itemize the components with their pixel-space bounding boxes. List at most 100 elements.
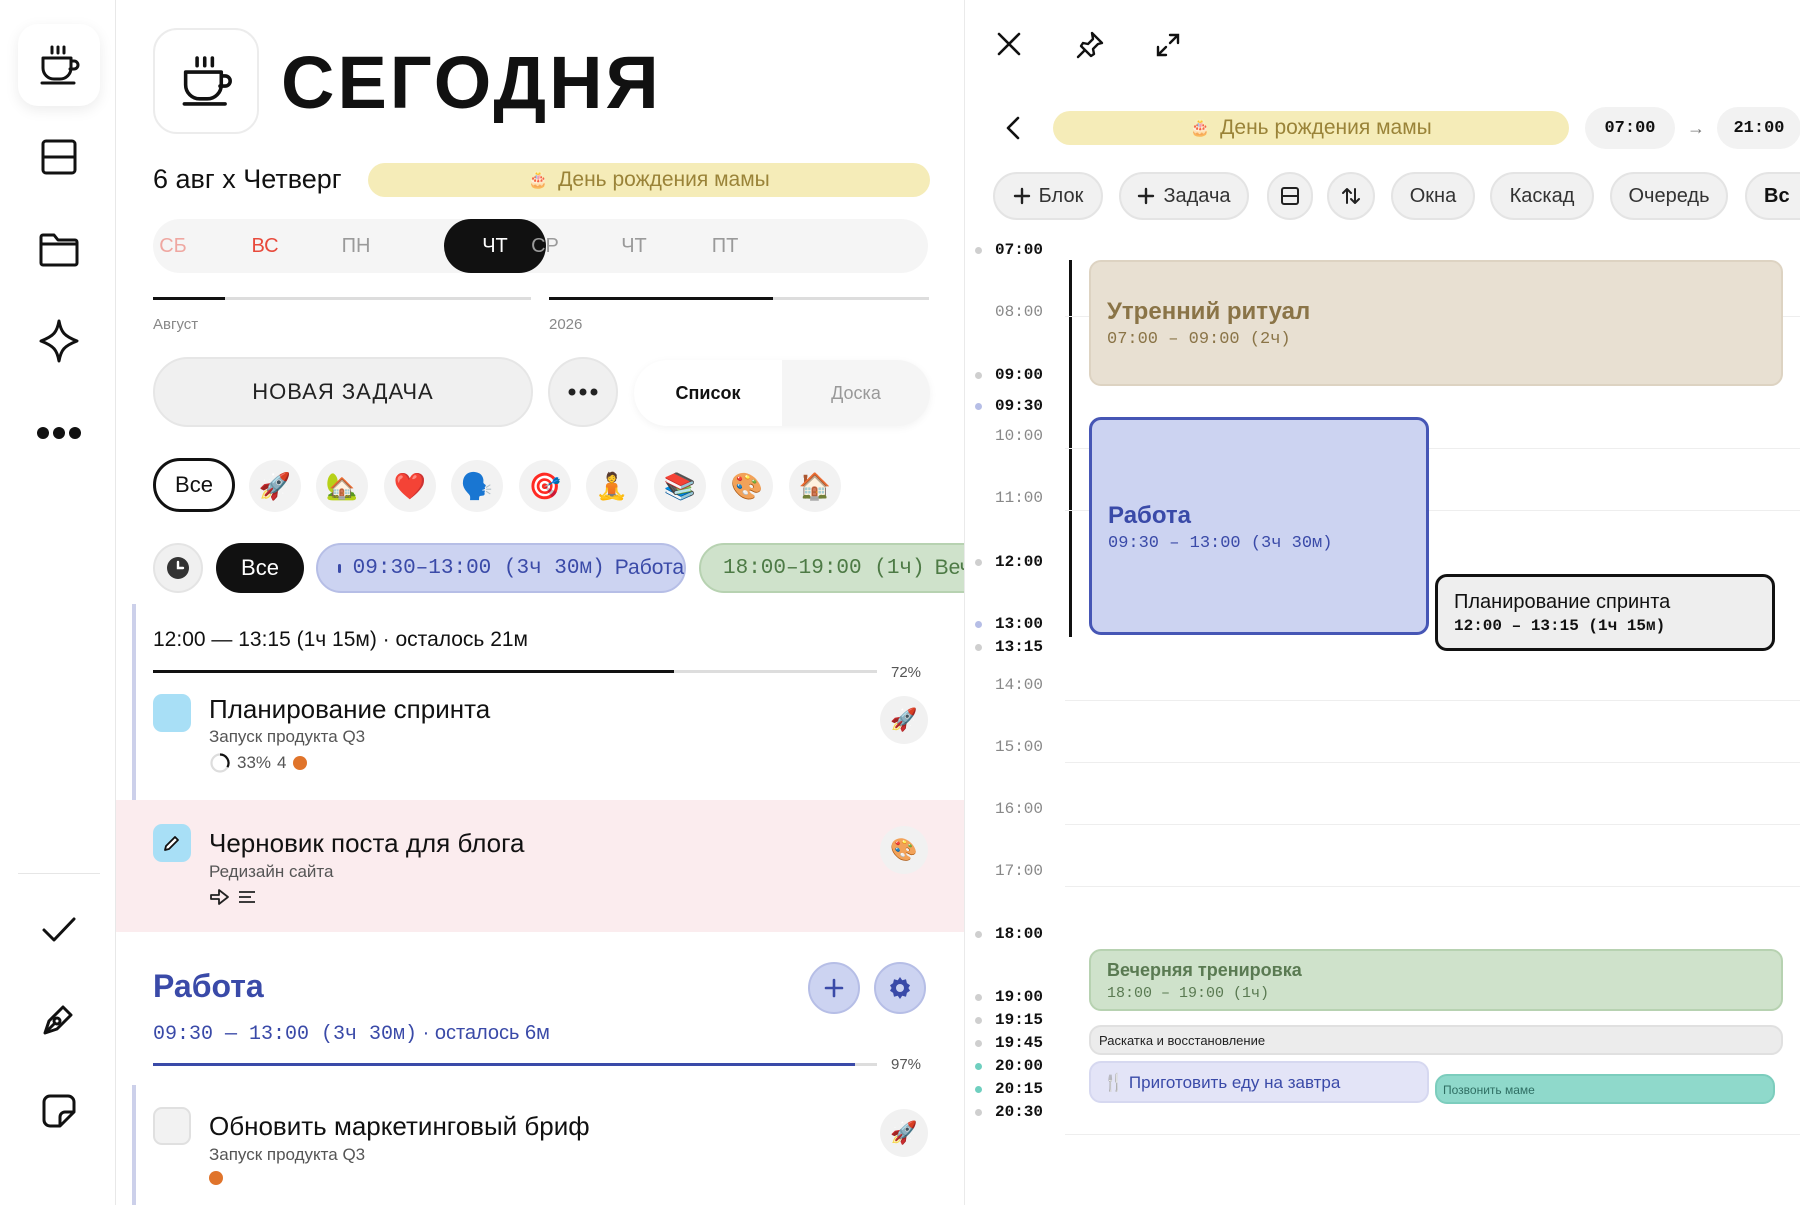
- coffee-icon: [182, 56, 232, 106]
- block-title: Позвонить маме: [1443, 1083, 1535, 1097]
- day-sat[interactable]: СБ: [133, 219, 213, 273]
- category-love-chip[interactable]: ❤️: [384, 460, 436, 512]
- grid-line: [1065, 886, 1800, 887]
- sort-button[interactable]: [1327, 172, 1375, 220]
- task-title: Обновить маркетинговый бриф: [209, 1111, 590, 1141]
- close-button[interactable]: [995, 30, 1023, 58]
- block-title: 🍴 Приготовить еду на завтра: [1103, 1073, 1340, 1093]
- more-views-button[interactable]: Вс: [1745, 172, 1800, 220]
- add-block-button[interactable]: Блок: [993, 172, 1103, 220]
- category-launch-chip[interactable]: 🚀: [249, 460, 301, 512]
- event-pill[interactable]: 🎂 День рождения мамы: [368, 163, 930, 197]
- add-to-section-button[interactable]: [808, 962, 860, 1014]
- sidebar-item-more[interactable]: [18, 392, 100, 474]
- task-row[interactable]: Черновик поста для блога Редизайн сайта …: [116, 824, 964, 924]
- view-board-tab[interactable]: Доска: [782, 360, 930, 426]
- expand-icon: [1156, 33, 1180, 57]
- hour-label: 14:00: [994, 676, 1043, 694]
- hour-label: 19:45: [994, 1034, 1043, 1052]
- time-all-chip[interactable]: Все: [216, 543, 304, 593]
- category-all-chip[interactable]: Все: [153, 458, 235, 512]
- task-category-icon: 🚀: [880, 696, 928, 744]
- more-icon: [568, 388, 598, 396]
- sort-icon: [1342, 188, 1360, 204]
- sidebar-item-projects[interactable]: [18, 208, 100, 290]
- start-time-field[interactable]: 07:00: [1585, 107, 1675, 149]
- hour-label: 20:00: [994, 1057, 1043, 1075]
- time-evening-range: 18:00–19:00 (1ч): [723, 556, 925, 580]
- task-row[interactable]: Обновить маркетинговый бриф Запуск проду…: [116, 1107, 964, 1205]
- expand-button[interactable]: [1155, 32, 1181, 58]
- task-count: 4: [277, 753, 287, 772]
- category-talk-chip[interactable]: 🗣️: [451, 460, 503, 512]
- block-work[interactable]: Работа 09:30 – 13:00 (3ч 30м): [1089, 417, 1429, 635]
- day-sun[interactable]: ВС: [225, 219, 305, 273]
- timeline: 07:00 08:00 09:00 09:30 10:00 11:00 12:0…: [965, 230, 1800, 1205]
- day-thu[interactable]: ЧТ: [594, 219, 674, 273]
- category-house-chip[interactable]: 🏠: [789, 460, 841, 512]
- task-checkbox[interactable]: [153, 694, 191, 732]
- block-title: Утренний ритуал: [1107, 298, 1311, 325]
- plus-icon: [1138, 187, 1155, 205]
- task-row[interactable]: Планирование спринта Запуск продукта Q3 …: [116, 690, 964, 790]
- event-pill[interactable]: 🎂 День рождения мамы: [1053, 111, 1569, 145]
- share-arrow-icon: [210, 889, 229, 905]
- time-work-chip[interactable]: 09:30–13:00 (3ч 30м) Работа: [316, 543, 686, 593]
- category-goal-chip[interactable]: 🎯: [519, 460, 571, 512]
- task-category-icon: 🚀: [880, 1109, 928, 1157]
- task-project: Редизайн сайта: [209, 862, 334, 881]
- add-task-button[interactable]: Задача: [1119, 172, 1249, 220]
- windows-button[interactable]: Окна: [1391, 172, 1475, 220]
- block-time: 12:00 – 13:15 (1ч 15м): [1454, 617, 1666, 635]
- today-panel: СЕГОДНЯ 6 авг х Четверг 🎂 День рождения …: [116, 0, 964, 1205]
- more-actions-button[interactable]: [548, 357, 618, 427]
- section-time: 09:30 — 13:00 (3ч 30м) · осталось 6м: [153, 1022, 550, 1046]
- cake-icon: 🎂: [1190, 120, 1211, 137]
- category-health-chip[interactable]: 🧘: [586, 460, 638, 512]
- new-task-button[interactable]: НОВАЯ ЗАДАЧА: [153, 357, 533, 427]
- sidebar-item-today[interactable]: [18, 24, 100, 106]
- end-time-field[interactable]: 21:00: [1717, 107, 1800, 149]
- sidebar-item-ideas[interactable]: [18, 300, 100, 382]
- time-filter-button[interactable]: [153, 543, 203, 593]
- hour-label: 12:00: [994, 553, 1043, 571]
- category-study-chip[interactable]: 📚: [654, 460, 706, 512]
- block-recovery[interactable]: Раскатка и восстановление: [1089, 1025, 1783, 1055]
- layout-toggle-button[interactable]: [1267, 172, 1313, 220]
- task-progress: 33%: [237, 753, 272, 772]
- hour-label: 20:15: [994, 1080, 1043, 1098]
- hour-label: 19:15: [994, 1011, 1043, 1029]
- day-mon[interactable]: ПН: [316, 219, 396, 273]
- block-morning[interactable]: Утренний ритуал 07:00 – 09:00 (2ч): [1089, 260, 1783, 386]
- category-art-chip[interactable]: 🎨: [721, 460, 773, 512]
- view-toggle: Список Доска: [634, 360, 930, 426]
- block-evening[interactable]: Вечерняя тренировка 18:00 – 19:00 (1ч): [1089, 949, 1783, 1011]
- block-call[interactable]: Позвонить маме: [1435, 1074, 1775, 1104]
- section-settings-button[interactable]: [874, 962, 926, 1014]
- add-task-label: Задача: [1163, 184, 1231, 207]
- task-checkbox[interactable]: [153, 824, 191, 862]
- sidebar-item-draw[interactable]: [18, 978, 100, 1060]
- queue-button[interactable]: Очередь: [1610, 172, 1728, 220]
- section-time-rest: · осталось 6м: [417, 1022, 550, 1044]
- section-progress: [153, 1063, 877, 1066]
- day-wed[interactable]: СР: [505, 219, 585, 273]
- block-food[interactable]: 🍴 Приготовить еду на завтра: [1089, 1061, 1429, 1103]
- back-button[interactable]: [1005, 115, 1021, 141]
- category-home-chip[interactable]: 🏡: [316, 460, 368, 512]
- task-category-icon: 🎨: [880, 826, 928, 874]
- hour-label: 10:00: [994, 427, 1043, 445]
- sidebar-item-done[interactable]: [18, 888, 100, 970]
- pin-button[interactable]: [1075, 30, 1105, 60]
- hour-label: 20:30: [994, 1103, 1043, 1121]
- block-title: Планирование спринта: [1454, 591, 1671, 613]
- cascade-button[interactable]: Каскад: [1490, 172, 1594, 220]
- block-sprint[interactable]: Планирование спринта 12:00 – 13:15 (1ч 1…: [1435, 574, 1775, 651]
- view-list-tab[interactable]: Список: [634, 360, 782, 426]
- time-evening-chip[interactable]: 18:00–19:00 (1ч) Вечер: [699, 543, 964, 593]
- block-time: 09:30 – 13:00 (3ч 30м): [1108, 534, 1333, 553]
- day-fri[interactable]: ПТ: [685, 219, 765, 273]
- sidebar-item-notes[interactable]: [18, 1070, 100, 1152]
- sidebar-item-layout[interactable]: [18, 116, 100, 198]
- task-checkbox[interactable]: [153, 1107, 191, 1145]
